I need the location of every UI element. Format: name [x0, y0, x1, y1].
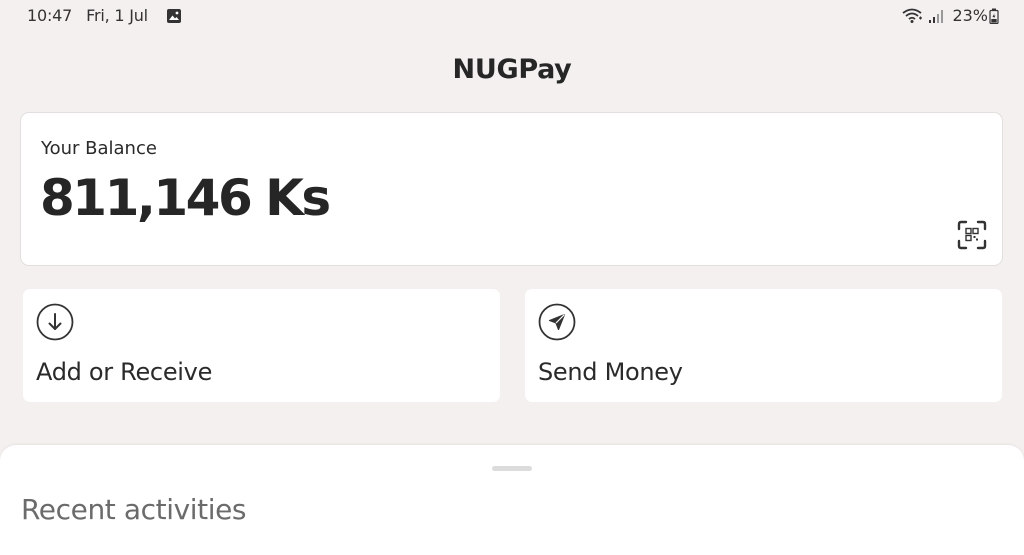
- sheet-drag-handle[interactable]: [492, 466, 532, 471]
- send-money-label: Send Money: [538, 358, 683, 386]
- balance-amount: 811,146 Ks: [40, 169, 331, 227]
- gallery-icon: [166, 8, 182, 24]
- recent-activities-title: Recent activities: [21, 493, 247, 526]
- status-bar: 10:47 Fri, 1 Jul 23%: [0, 0, 1024, 32]
- app-title: NUGPay: [452, 54, 572, 85]
- recent-activities-sheet[interactable]: Recent activities: [0, 445, 1024, 555]
- status-left: 10:47 Fri, 1 Jul: [27, 6, 182, 25]
- send-money-button[interactable]: Send Money: [525, 289, 1002, 402]
- qr-scan-icon[interactable]: [956, 219, 988, 251]
- add-or-receive-button[interactable]: Add or Receive: [23, 289, 500, 402]
- wifi-icon: [902, 8, 924, 24]
- status-right: 23%: [902, 6, 999, 25]
- arrow-down-circle-icon: [36, 303, 74, 341]
- balance-label: Your Balance: [41, 138, 157, 159]
- signal-icon: [928, 8, 944, 24]
- balance-card: Your Balance 811,146 Ks: [20, 112, 1003, 266]
- battery-percent: 23%: [952, 6, 988, 25]
- status-date: Fri, 1 Jul: [86, 6, 148, 25]
- status-time: 10:47: [27, 6, 73, 25]
- send-circle-icon: [538, 303, 576, 341]
- battery-icon: [989, 8, 999, 24]
- add-or-receive-label: Add or Receive: [36, 358, 213, 386]
